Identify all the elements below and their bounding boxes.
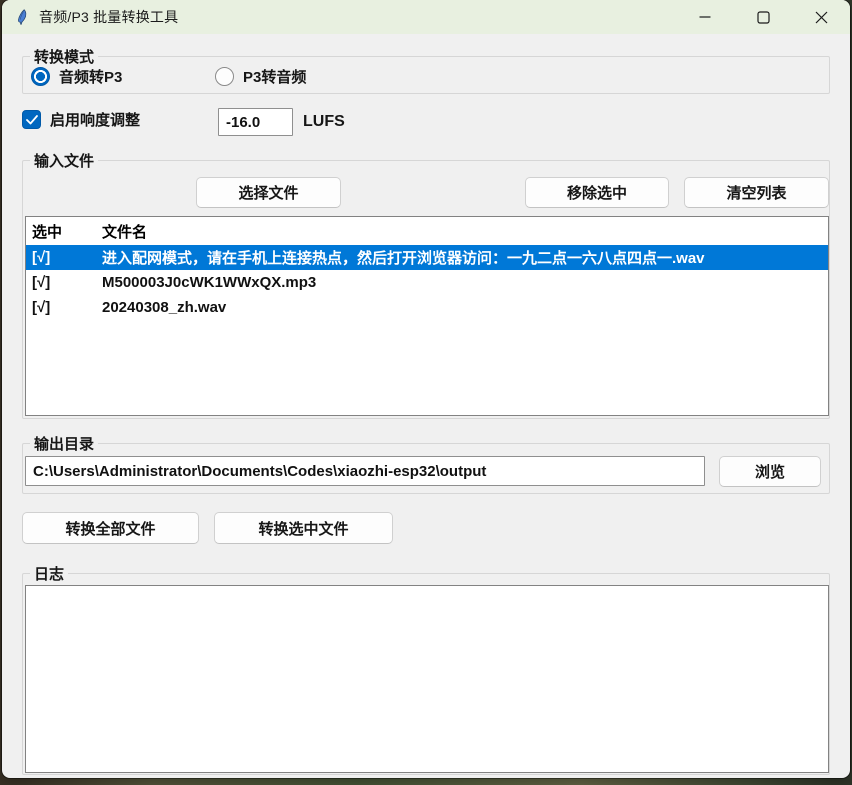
log-groupbox: 日志 (22, 573, 830, 775)
radio-selected-icon (31, 67, 50, 86)
loudness-checkbox-row: 启用响度调整 (22, 109, 140, 130)
app-window: 音频/P3 批量转换工具 转换模式 音频转P3 P3转音频 (2, 0, 850, 778)
radio-p3-to-audio[interactable]: P3转音频 (215, 65, 306, 87)
radio-label: P3转音频 (243, 66, 306, 87)
close-icon[interactable] (792, 0, 850, 34)
minimize-icon[interactable] (676, 0, 734, 34)
loudness-checkbox-label[interactable]: 启用响度调整 (50, 109, 140, 130)
mode-groupbox: 转换模式 音频转P3 P3转音频 (22, 56, 830, 94)
list-item[interactable]: [√] 进入配网模式，请在手机上连接热点，然后打开浏览器访问：一九二点一六八点四… (26, 245, 828, 270)
convert-all-button[interactable]: 转换全部文件 (22, 512, 199, 544)
list-item[interactable]: [√] M500003J0cWK1WWxQX.mp3 (26, 270, 828, 295)
feather-icon (14, 9, 30, 25)
list-item[interactable]: [√] 20240308_zh.wav (26, 295, 828, 320)
browse-button[interactable]: 浏览 (719, 456, 821, 487)
window-title: 音频/P3 批量转换工具 (39, 7, 178, 27)
log-group-label: 日志 (30, 563, 68, 584)
output-path-input[interactable] (25, 456, 705, 486)
column-header-checked: 选中 (32, 221, 102, 242)
input-files-group-label: 输入文件 (30, 150, 98, 171)
mode-group-label: 转换模式 (30, 46, 98, 67)
item-filename: M500003J0cWK1WWxQX.mp3 (102, 274, 828, 291)
clear-list-button[interactable]: 清空列表 (684, 177, 829, 208)
lufs-unit-label: LUFS (303, 113, 345, 131)
checkbox-checked-icon[interactable] (22, 110, 41, 129)
radio-unselected-icon (215, 67, 234, 86)
radio-audio-to-p3[interactable]: 音频转P3 (31, 65, 122, 87)
input-files-groupbox: 输入文件 选择文件 移除选中 清空列表 选中 文件名 [√] 进入配网模式，请在… (22, 160, 830, 419)
remove-selected-button[interactable]: 移除选中 (525, 177, 669, 208)
file-list-header: 选中 文件名 (26, 217, 828, 245)
title-bar: 音频/P3 批量转换工具 (2, 0, 850, 34)
output-dir-groupbox: 输出目录 浏览 (22, 443, 830, 494)
lufs-value-input[interactable] (218, 108, 293, 136)
convert-selected-button[interactable]: 转换选中文件 (214, 512, 393, 544)
item-filename: 进入配网模式，请在手机上连接热点，然后打开浏览器访问：一九二点一六八点四点一.w… (102, 247, 828, 268)
radio-label: 音频转P3 (59, 66, 122, 87)
log-textarea[interactable] (25, 585, 829, 773)
item-filename: 20240308_zh.wav (102, 299, 828, 316)
item-checkmark: [√] (32, 274, 102, 291)
column-header-filename: 文件名 (102, 221, 828, 242)
file-listbox[interactable]: 选中 文件名 [√] 进入配网模式，请在手机上连接热点，然后打开浏览器访问：一九… (25, 216, 829, 416)
item-checkmark: [√] (32, 249, 102, 266)
select-files-button[interactable]: 选择文件 (196, 177, 341, 208)
output-dir-group-label: 输出目录 (30, 433, 98, 454)
window-controls (676, 0, 850, 34)
item-checkmark: [√] (32, 299, 102, 316)
maximize-icon[interactable] (734, 0, 792, 34)
